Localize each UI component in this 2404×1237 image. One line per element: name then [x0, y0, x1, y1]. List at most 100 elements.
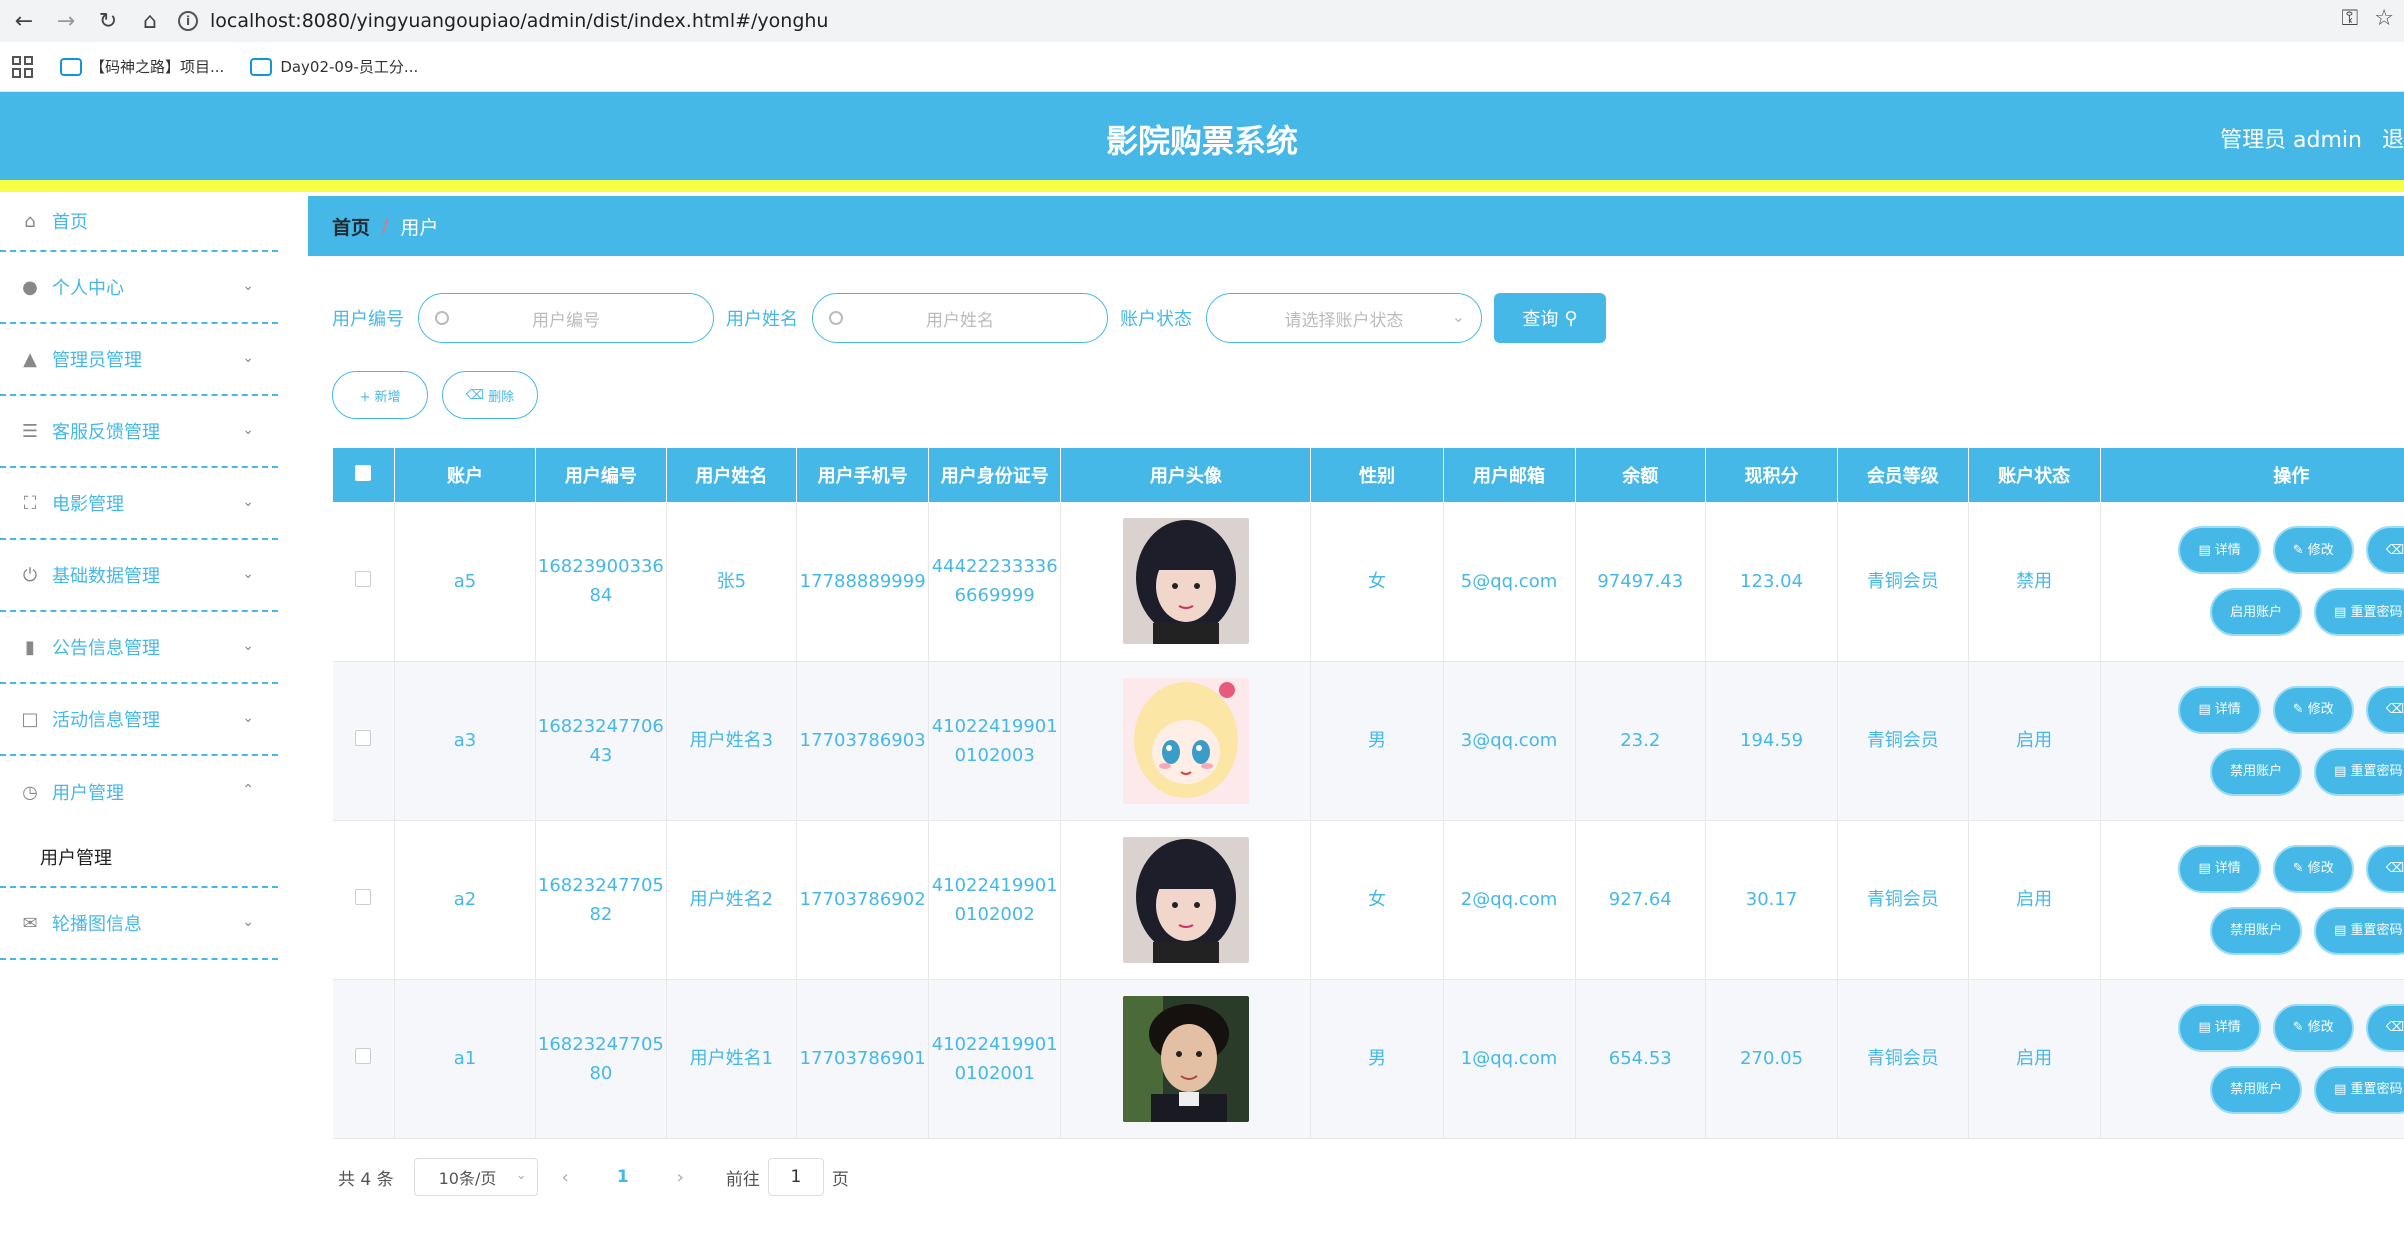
toggle-account-button[interactable]: 启用账户 — [2210, 588, 2303, 637]
key-icon[interactable]: ⚿ — [2342, 6, 2359, 31]
reset-label: 重置密码 — [2350, 923, 2403, 938]
logout-link[interactable]: 退 — [2382, 122, 2404, 154]
status-select[interactable]: 请选择账户状态 ⌄ — [1206, 293, 1482, 343]
user-name-input[interactable]: 用户姓名 — [812, 293, 1108, 343]
bookmark-item[interactable]: Day02-09-员工分... — [250, 56, 418, 77]
sidebar-subitem-users[interactable]: 用户管理 — [0, 828, 278, 888]
toggle-account-button[interactable]: 禁用账户 — [2210, 747, 2303, 796]
sidebar-item-profile[interactable]: ● 个人中心 ⌄ — [0, 252, 278, 324]
delete-row-button[interactable]: ⌫删除 — [2365, 844, 2404, 893]
row-checkbox[interactable] — [355, 570, 372, 587]
forward-icon[interactable]: → — [48, 3, 84, 39]
mic-icon: ▮ — [25, 636, 35, 658]
table-row[interactable]: a3 1682324770643 用户姓名3 17703786903 410224199… — [333, 661, 2404, 821]
table-row[interactable]: a5 1682390033684 张5 17788889999 444222333366… — [333, 502, 2404, 662]
row-select-cell[interactable] — [333, 979, 395, 1139]
sidebar-item-basic-data[interactable]: ⏻ 基础数据管理 ⌄ — [0, 540, 278, 612]
delete-button[interactable]: ⌫ 删除 — [442, 371, 538, 419]
detail-button[interactable]: ▤ 详情 — [2178, 685, 2261, 734]
cell-phone: 17703786901 — [796, 979, 930, 1139]
delete-row-button[interactable]: ⌫删除 — [2365, 1003, 2404, 1052]
back-icon[interactable]: ← — [6, 3, 42, 39]
detail-label: 详情 — [2214, 542, 2241, 558]
user-table: 账户 用户编号 用户姓名 用户手机号 用户身份证号 用户头像 性别 用户邮箱 余… — [333, 448, 2404, 1139]
table-header-row: 账户 用户编号 用户姓名 用户手机号 用户身份证号 用户头像 性别 用户邮箱 余… — [333, 448, 2404, 502]
document-icon: ▤ — [2334, 1082, 2347, 1097]
table-row[interactable]: a1 1682324770580 用户姓名1 17703786901 410224199… — [333, 979, 2404, 1139]
page-size-select[interactable]: 10条/页 ⌄ — [413, 1158, 538, 1196]
prev-page-icon[interactable]: ‹ — [562, 1167, 569, 1188]
reset-password-button[interactable]: ▤ 重置密码 — [2314, 747, 2404, 796]
column-header: 账户 — [394, 448, 537, 502]
reset-password-button[interactable]: ▤ 重置密码 — [2314, 588, 2404, 637]
detail-button[interactable]: ▤ 详情 — [2178, 526, 2261, 575]
chevron-down-icon: ⌄ — [242, 914, 254, 930]
add-button[interactable]: + 新增 — [332, 371, 428, 419]
reset-password-button[interactable]: ▤ 重置密码 — [2314, 906, 2404, 955]
sidebar-item-carousel[interactable]: ✉ 轮播图信息 ⌄ — [0, 888, 278, 960]
home-icon[interactable]: ⌂ — [132, 3, 168, 39]
select-all-cell[interactable] — [333, 448, 395, 502]
bookmark-item[interactable]: 【码神之路】项目... — [60, 56, 224, 77]
accent-bar — [0, 180, 2404, 192]
address-bar[interactable]: i localhost:8080/yingyuangoupiao/admin/d… — [178, 6, 828, 36]
query-button[interactable]: 查询 ⚲ — [1494, 293, 1606, 343]
toggle-account-button[interactable]: 禁用账户 — [2210, 1065, 2303, 1114]
edit-button[interactable]: ✎ 修改 — [2272, 844, 2354, 893]
document-icon: ▤ — [2198, 702, 2211, 717]
row-checkbox[interactable] — [355, 889, 372, 905]
reset-password-button[interactable]: ▤ 重置密码 — [2314, 1065, 2404, 1114]
trash-icon: ⌫ — [2385, 702, 2404, 717]
delete-row-button[interactable]: ⌫删除 — [2365, 685, 2404, 734]
column-header: 用户身份证号 — [928, 448, 1062, 502]
row-checkbox[interactable] — [355, 1048, 372, 1064]
apps-icon[interactable] — [12, 55, 34, 78]
goto-label: 前往 — [725, 1169, 760, 1190]
sidebar-item-movies[interactable]: ⛶ 电影管理 ⌄ — [0, 468, 278, 540]
cell-points: 194.59 — [1705, 661, 1839, 821]
page-unit: 页 — [831, 1169, 849, 1190]
breadcrumb-home[interactable]: 首页 — [332, 213, 370, 240]
sidebar-item-home[interactable]: ⌂ 首页 — [0, 192, 278, 252]
cell-avatar — [1060, 820, 1312, 980]
edit-button[interactable]: ✎ 修改 — [2272, 685, 2354, 734]
column-header: 余额 — [1575, 448, 1707, 502]
sidebar-item-activities[interactable]: □ 活动信息管理 ⌄ — [0, 684, 278, 756]
reload-icon[interactable]: ↻ — [90, 3, 126, 39]
goto-page-input[interactable]: 1 — [767, 1158, 824, 1196]
bookmark-label: 【码神之路】项目... — [90, 58, 225, 76]
delete-row-button[interactable]: ⌫删除 — [2365, 526, 2404, 575]
cell-level: 青铜会员 — [1837, 661, 1969, 821]
sidebar-item-notices[interactable]: ▮ 公告信息管理 ⌄ — [0, 612, 278, 684]
detail-button[interactable]: ▤ 详情 — [2178, 844, 2261, 893]
bilibili-icon — [250, 57, 273, 76]
row-select-cell[interactable] — [333, 661, 395, 821]
select-all-checkbox[interactable] — [355, 464, 372, 481]
page-number[interactable]: 1 — [617, 1167, 629, 1187]
status-placeholder: 请选择账户状态 — [1284, 310, 1404, 331]
row-checkbox[interactable] — [355, 730, 372, 746]
sidebar-item-admin[interactable]: ▲ 管理员管理 ⌄ — [0, 324, 278, 396]
table-row[interactable]: a2 1682324770582 用户姓名2 17703786902 410224199… — [333, 820, 2404, 980]
star-icon[interactable]: ☆ — [2374, 6, 2394, 31]
site-info-icon[interactable]: i — [178, 11, 198, 31]
row-select-cell[interactable] — [333, 820, 395, 980]
edit-button[interactable]: ✎ 修改 — [2272, 526, 2354, 575]
detail-label: 详情 — [2214, 1020, 2241, 1035]
edit-button[interactable]: ✎ 修改 — [2272, 1003, 2354, 1052]
detail-button[interactable]: ▤ 详情 — [2178, 1003, 2261, 1052]
total-count: 共 4 条 — [338, 1169, 394, 1190]
sidebar-item-feedback[interactable]: ☰ 客服反馈管理 ⌄ — [0, 396, 278, 468]
sidebar-item-label: 轮播图信息 — [52, 914, 142, 935]
next-page-icon[interactable]: › — [677, 1167, 684, 1188]
user-id-input[interactable]: 用户编号 — [418, 293, 714, 343]
edit-label: 修改 — [2307, 542, 2334, 558]
cell-idcard: 410224199010102002 — [928, 820, 1062, 980]
chat-icon: ✉ — [22, 912, 38, 934]
cell-idcard: 410224199010102001 — [928, 979, 1062, 1139]
page-size-value: 10条/页 — [438, 1169, 497, 1188]
row-select-cell[interactable] — [333, 502, 395, 662]
cell-operations: ▤详情✎修改⌫删除禁用账户▤重置密码 — [2100, 979, 2404, 1139]
toggle-account-button[interactable]: 禁用账户 — [2210, 906, 2303, 955]
sidebar-item-users[interactable]: ◷ 用户管理 ⌃ — [0, 756, 278, 828]
